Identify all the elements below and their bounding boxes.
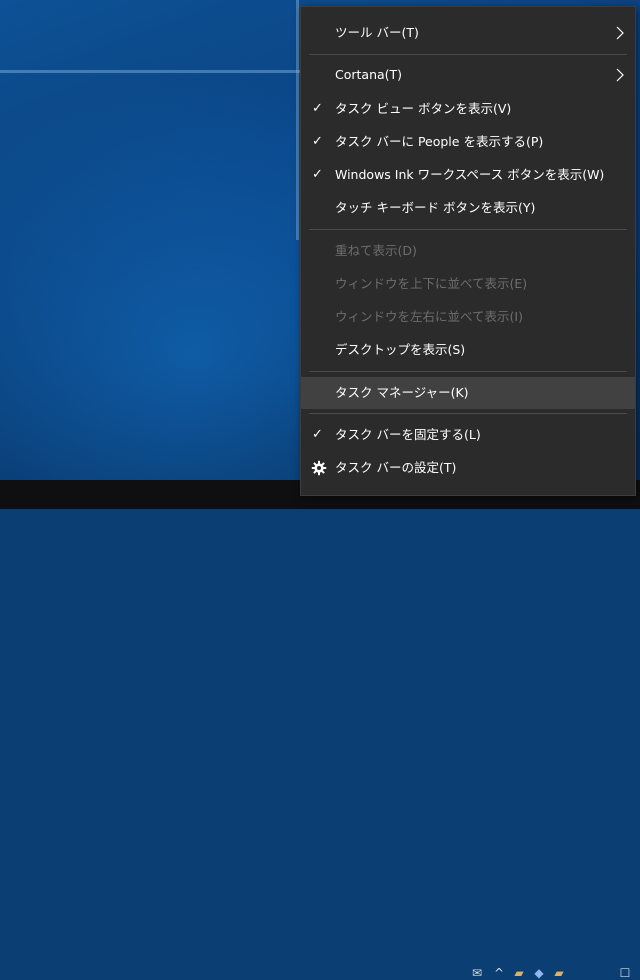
chevron-right-icon — [616, 68, 624, 82]
tray-app-icon[interactable]: ▰ — [552, 966, 566, 980]
tray-app-icon[interactable]: ▰ — [512, 966, 526, 980]
chevron-right-icon — [616, 26, 624, 40]
menu-item-label: タスク マネージャー(K) — [335, 385, 469, 400]
menu-item-task-manager[interactable]: タスク マネージャー(K) — [301, 377, 635, 409]
menu-item-lock-taskbar[interactable]: ✓ タスク バーを固定する(L) — [301, 419, 635, 451]
menu-item-label: Windows Ink ワークスペース ボタンを表示(W) — [335, 167, 605, 182]
wallpaper-light-beam — [0, 70, 300, 73]
chevron-up-icon[interactable]: ^ — [492, 966, 506, 980]
menu-item-show-people[interactable]: ✓ タスク バーに People を表示する(P) — [301, 126, 635, 158]
menu-item-label: タッチ キーボード ボタンを表示(Y) — [335, 200, 536, 215]
menu-item-taskbar-settings[interactable]: タスク バーの設定(T) — [301, 452, 635, 484]
menu-item-show-desktop[interactable]: デスクトップを表示(S) — [301, 334, 635, 366]
checkmark-icon: ✓ — [312, 427, 323, 442]
menu-item-label: タスク ビュー ボタンを表示(V) — [335, 101, 512, 116]
menu-separator — [309, 54, 627, 55]
menu-separator — [309, 229, 627, 230]
checkmark-icon: ✓ — [312, 101, 323, 116]
wallpaper-light-beam — [296, 0, 299, 240]
menu-item-cascade-windows: 重ねて表示(D) — [301, 235, 635, 267]
menu-item-label: タスク バーに People を表示する(P) — [335, 134, 544, 149]
tray-app-icon[interactable]: ◆ — [532, 966, 546, 980]
action-center-icon[interactable]: ☐ — [618, 966, 632, 980]
menu-item-show-windows-ink[interactable]: ✓ Windows Ink ワークスペース ボタンを表示(W) — [301, 159, 635, 191]
menu-item-label: デスクトップを表示(S) — [335, 342, 466, 357]
menu-item-label: Cortana(T) — [335, 67, 403, 82]
menu-separator — [309, 413, 627, 414]
menu-item-show-task-view[interactable]: ✓ タスク ビュー ボタンを表示(V) — [301, 93, 635, 125]
menu-item-label: ツール バー(T) — [335, 25, 419, 40]
notification-icon[interactable]: ✉ — [470, 966, 484, 980]
menu-item-show-touch-keyboard[interactable]: タッチ キーボード ボタンを表示(Y) — [301, 192, 635, 224]
gear-icon — [311, 460, 327, 476]
checkmark-icon: ✓ — [312, 167, 323, 182]
menu-item-label: タスク バーの設定(T) — [335, 460, 457, 475]
menu-item-toolbars[interactable]: ツール バー(T) — [301, 17, 635, 49]
taskbar-context-menu: ツール バー(T) Cortana(T) ✓ タスク ビュー ボタンを表示(V)… — [300, 6, 636, 496]
menu-item-stack-windows: ウィンドウを上下に並べて表示(E) — [301, 268, 635, 300]
menu-item-label: タスク バーを固定する(L) — [335, 427, 481, 442]
menu-item-cortana[interactable]: Cortana(T) — [301, 59, 635, 91]
menu-separator — [309, 371, 627, 372]
menu-item-side-by-side-windows: ウィンドウを左右に並べて表示(I) — [301, 301, 635, 333]
menu-item-label: ウィンドウを左右に並べて表示(I) — [335, 309, 523, 324]
menu-item-label: ウィンドウを上下に並べて表示(E) — [335, 276, 528, 291]
menu-item-label: 重ねて表示(D) — [335, 243, 417, 258]
checkmark-icon: ✓ — [312, 134, 323, 149]
